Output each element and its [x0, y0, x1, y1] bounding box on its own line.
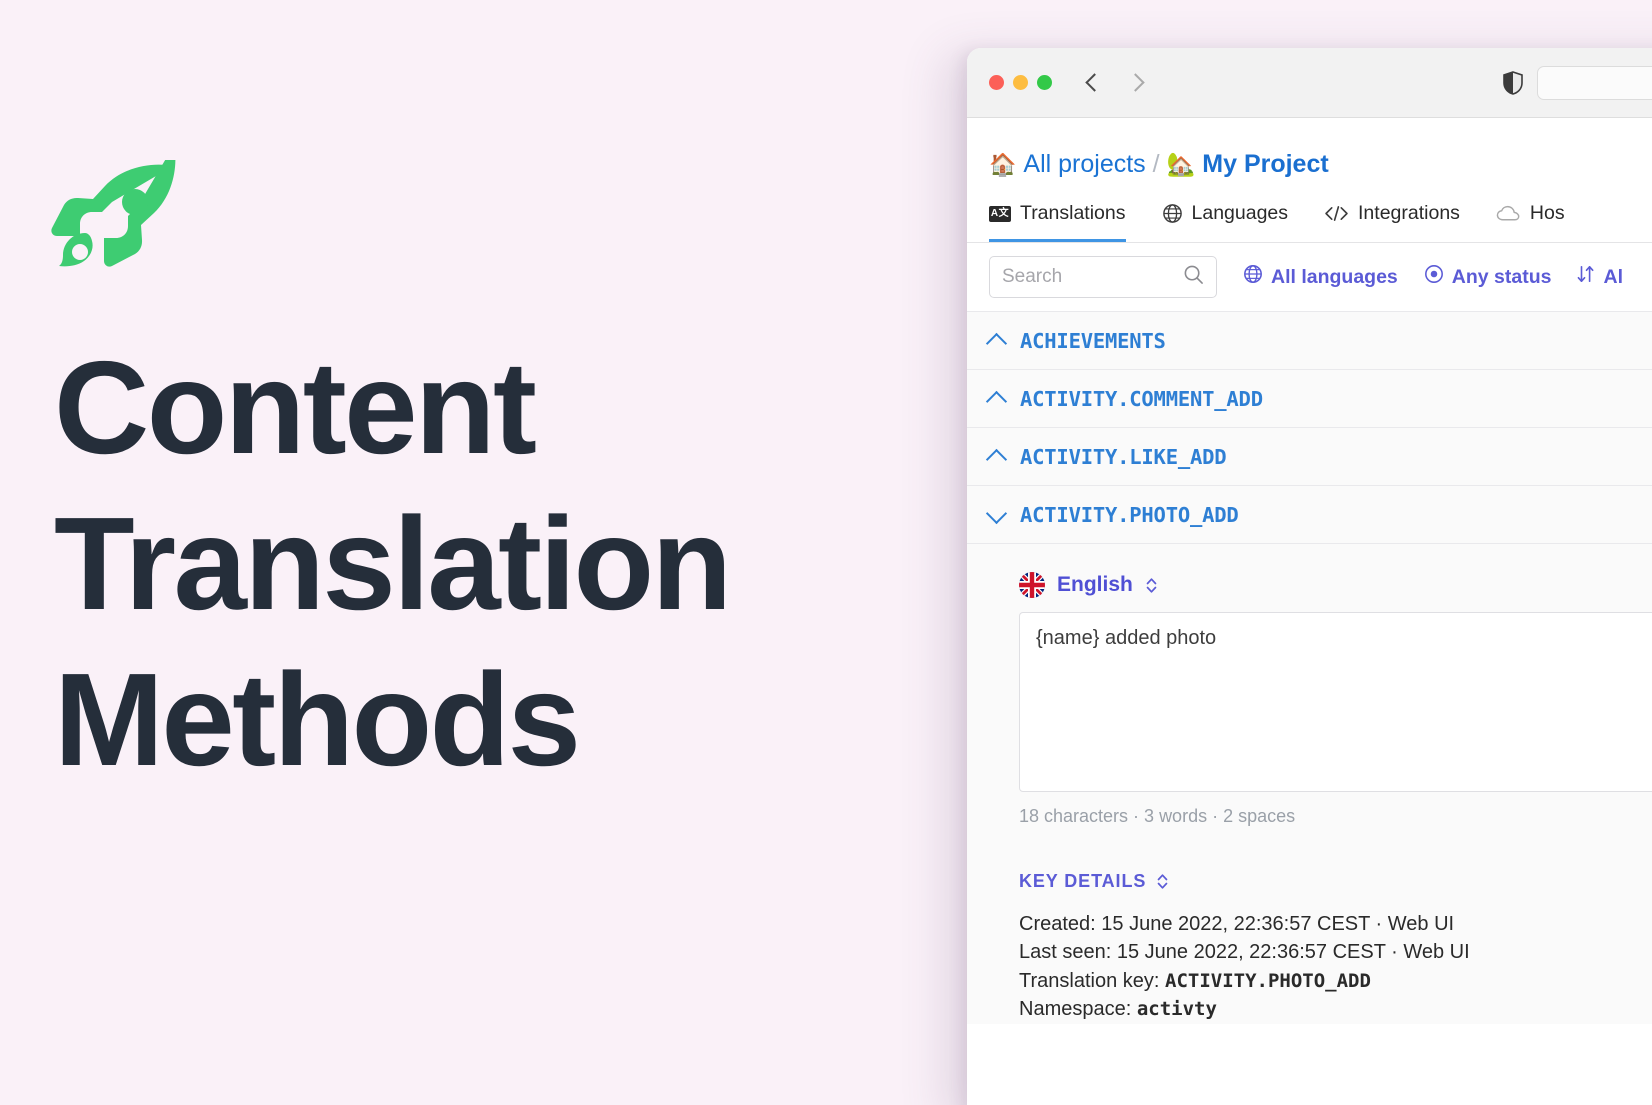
table-row[interactable]: ACTIVITY.PHOTO_ADD — [967, 486, 1652, 544]
title-line-2: Translation — [54, 489, 732, 637]
home-icon[interactable]: 🏠 — [989, 153, 1016, 176]
breadcrumb-project-name[interactable]: My Project — [1202, 152, 1328, 177]
key-meta-created: Created: 15 June 2022, 22:36:57 CEST · W… — [1019, 910, 1652, 938]
page-title: Content Translation Methods — [54, 330, 884, 797]
key-details-label: KEY DETAILS — [1019, 871, 1147, 891]
key-meta-created-value: 15 June 2022, 22:36:57 CEST · Web UI — [1101, 913, 1455, 935]
language-selector[interactable]: English — [1019, 572, 1652, 598]
translation-textarea[interactable]: {name} added photo — [1019, 612, 1652, 792]
browser-titlebar — [967, 48, 1652, 118]
key-meta-lastseen: Last seen: 15 June 2022, 22:36:57 CEST ·… — [1019, 938, 1652, 966]
key-name: ACTIVITY.LIKE_ADD — [1020, 444, 1227, 469]
status-circle-icon — [1424, 264, 1444, 290]
key-meta-translationkey-value: ACTIVITY.PHOTO_ADD — [1165, 969, 1371, 992]
close-button[interactable] — [989, 75, 1004, 90]
breadcrumb: 🏠 All projects / 🏡 My Project — [967, 118, 1652, 177]
code-icon — [1324, 204, 1349, 223]
translation-value: {name} added photo — [1036, 627, 1217, 649]
title-line-1: Content — [54, 334, 537, 481]
maximize-button[interactable] — [1037, 75, 1052, 90]
chevron-up-icon[interactable] — [985, 390, 1008, 412]
key-meta-lastseen-value: 15 June 2022, 22:36:57 CEST · Web UI — [1116, 941, 1470, 964]
key-detail-panel: English {name} added photo 18 characters… — [967, 544, 1652, 1024]
key-meta-translationkey: Translation key: ACTIVITY.PHOTO_ADD — [1019, 967, 1652, 995]
search-input[interactable] — [1002, 266, 1183, 288]
chevron-updown-icon[interactable] — [1156, 872, 1169, 891]
key-name: ACTIVITY.PHOTO_ADD — [1020, 502, 1239, 527]
tab-integrations[interactable]: Integrations — [1324, 202, 1460, 242]
filter-sort[interactable]: Al — [1577, 264, 1623, 290]
globe-icon — [1243, 264, 1263, 290]
tab-hosting-label: Hos — [1529, 202, 1565, 224]
tab-translations-label: Translations — [1020, 202, 1126, 224]
tab-languages-label: Languages — [1191, 202, 1289, 224]
address-bar[interactable] — [1537, 66, 1652, 100]
back-arrow-icon[interactable] — [1085, 73, 1104, 92]
translation-stats: 18 characters · 3 words · 2 spaces — [1019, 806, 1296, 826]
filter-bar: All languages Any status — [967, 243, 1652, 311]
globe-icon — [1162, 203, 1183, 224]
filter-sort-label: Al — [1603, 265, 1623, 288]
tab-translations[interactable]: A文 Translations — [989, 202, 1126, 242]
minimize-button[interactable] — [1013, 75, 1028, 90]
app-content: 🏠 All projects / 🏡 My Project A文 Transla… — [967, 118, 1652, 1105]
uk-flag-icon — [1019, 572, 1045, 598]
navigation-arrows[interactable] — [1085, 73, 1145, 92]
key-details-toggle[interactable]: KEY DETAILS — [1019, 871, 1652, 892]
key-name: ACTIVITY.COMMENT_ADD — [1020, 386, 1263, 411]
hero-panel: Content Translation Methods — [0, 0, 980, 1105]
window-controls[interactable] — [989, 75, 1052, 90]
key-meta-list: Created: 15 June 2022, 22:36:57 CEST · W… — [1019, 910, 1652, 1024]
language-name: English — [1057, 573, 1133, 596]
key-meta-translationkey-label: Translation key: — [1019, 969, 1165, 992]
browser-window: 🏠 All projects / 🏡 My Project A文 Transla… — [967, 48, 1652, 1105]
key-meta-namespace: Namespace: activty — [1019, 995, 1652, 1023]
filter-all-languages[interactable]: All languages — [1243, 264, 1398, 290]
translate-icon: A文 — [989, 205, 1011, 222]
forward-arrow-icon[interactable] — [1126, 73, 1145, 92]
key-meta-namespace-label: Namespace: — [1019, 998, 1137, 1021]
chevron-up-icon[interactable] — [985, 448, 1008, 470]
chevron-down-icon[interactable] — [985, 502, 1008, 524]
key-meta-lastseen-label: Last seen: — [1019, 941, 1117, 964]
filter-all-languages-label: All languages — [1271, 265, 1398, 288]
title-line-3: Methods — [54, 645, 581, 793]
key-name: ACHIEVEMENTS — [1020, 328, 1166, 353]
table-row[interactable]: ACHIEVEMENTS — [967, 312, 1652, 370]
rocket-icon — [50, 145, 180, 268]
search-box[interactable] — [989, 256, 1217, 298]
key-meta-namespace-value: activty — [1136, 998, 1217, 1021]
chevron-updown-icon[interactable] — [1145, 576, 1158, 595]
tab-hosting[interactable]: Hos — [1496, 202, 1565, 242]
tab-integrations-label: Integrations — [1358, 202, 1460, 224]
tab-languages[interactable]: Languages — [1162, 202, 1289, 242]
cloud-icon — [1496, 205, 1521, 223]
titlebar-right-group — [1503, 48, 1652, 118]
table-row[interactable]: ACTIVITY.LIKE_ADD — [967, 428, 1652, 486]
page-root: Content Translation Methods 🏠 All projec… — [0, 0, 1652, 1105]
privacy-shield-icon[interactable] — [1503, 71, 1523, 95]
tab-bar: A文 Translations Languages Integrations H… — [967, 177, 1652, 243]
chevron-up-icon[interactable] — [985, 332, 1008, 354]
table-row[interactable]: ACTIVITY.COMMENT_ADD — [967, 370, 1652, 428]
project-emoji-icon: 🏡 — [1166, 151, 1196, 177]
search-icon[interactable] — [1183, 264, 1204, 290]
sort-icon — [1577, 264, 1595, 290]
breadcrumb-separator: / — [1152, 150, 1160, 178]
breadcrumb-all-projects[interactable]: All projects — [1023, 152, 1145, 177]
filter-any-status-label: Any status — [1451, 265, 1552, 288]
translation-key-list: ACHIEVEMENTS ACTIVITY.COMMENT_ADD ACTIVI… — [967, 311, 1652, 1024]
key-meta-created-label: Created: — [1019, 913, 1102, 935]
filter-any-status[interactable]: Any status — [1424, 264, 1552, 290]
